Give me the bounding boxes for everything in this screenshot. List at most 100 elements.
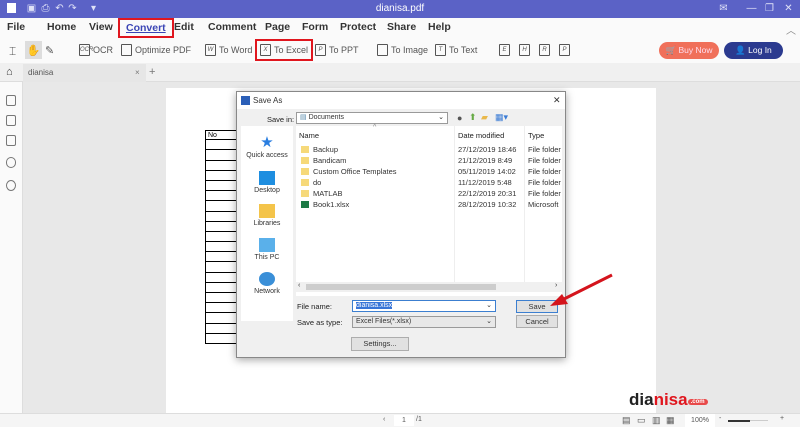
tab-dianisa[interactable]: dianisa ×	[23, 64, 146, 82]
to-html-button[interactable]: H	[519, 44, 530, 56]
place-network[interactable]: Network	[241, 272, 293, 295]
excel-file-icon	[301, 201, 309, 208]
single-page-view-icon[interactable]: ▤	[622, 415, 631, 426]
file-name-label: File name:	[297, 302, 333, 311]
collapse-ribbon-icon[interactable]: ︿	[786, 22, 796, 37]
save-in-dropdown[interactable]: ▤ Documents ⌄	[296, 112, 448, 124]
dialog-close-button[interactable]: ✕	[553, 95, 561, 106]
to-rtf-button[interactable]: R	[539, 44, 550, 56]
network-icon	[259, 272, 275, 286]
chevron-down-icon: ⌄	[438, 114, 444, 121]
horizontal-scrollbar[interactable]: ‹ ›	[296, 282, 562, 292]
window-title: dianisa.pdf	[375, 3, 425, 14]
grid-view-icon[interactable]: ▦	[666, 415, 675, 426]
folder-icon	[301, 179, 309, 186]
file-row[interactable]: Backup 27/12/2019 18:46 File folder	[296, 144, 562, 155]
file-date: 27/12/2019 18:46	[458, 145, 517, 154]
page-number-input[interactable]: 1	[394, 415, 414, 426]
edit-tool-icon[interactable]: ✎	[45, 44, 54, 57]
up-folder-icon[interactable]: ⬆	[469, 112, 477, 123]
place-quick-access[interactable]: ★ Quick access	[241, 135, 293, 159]
file-row[interactable]: do 11/12/2019 5:48 File folder	[296, 177, 562, 188]
new-folder-icon[interactable]: ▰	[481, 112, 488, 123]
menu-protect[interactable]: Protect	[340, 21, 376, 33]
home-icon[interactable]: ⌂	[6, 66, 13, 78]
to-excel-button[interactable]: X To Excel	[255, 39, 314, 61]
maximize-button[interactable]: ❐	[764, 3, 775, 14]
scrollbar-thumb[interactable]	[306, 284, 496, 290]
ocr-button[interactable]: OCR OCR	[79, 44, 113, 56]
cancel-button[interactable]: Cancel	[516, 315, 558, 328]
to-pdfa-button[interactable]: P	[559, 44, 570, 56]
attachment-icon[interactable]	[6, 157, 16, 168]
menu-convert[interactable]: Convert	[118, 18, 174, 38]
prev-page-icon[interactable]: ‹	[383, 416, 385, 423]
file-date: 05/11/2019 14:02	[458, 167, 516, 176]
menu-edit[interactable]: Edit	[174, 21, 194, 33]
column-name[interactable]: Name	[299, 131, 319, 140]
menu-comment[interactable]: Comment	[208, 21, 256, 33]
menu-view[interactable]: View	[89, 21, 113, 33]
menu-file[interactable]: File	[7, 21, 25, 33]
thumbnails-icon[interactable]	[6, 95, 16, 106]
close-tab-icon[interactable]: ×	[135, 68, 140, 77]
to-epub-button[interactable]: E	[499, 44, 510, 56]
file-name-input[interactable]: dianisa.xlsx ⌄	[352, 300, 496, 312]
chevron-down-icon: ⌄	[486, 318, 492, 325]
menu-help[interactable]: Help	[428, 21, 451, 33]
annotation-arrow	[550, 273, 613, 306]
optimize-pdf-button[interactable]: Optimize PDF	[121, 44, 191, 56]
column-date-modified[interactable]: Date modified	[458, 131, 504, 140]
zoom-out-button[interactable]: -	[719, 415, 721, 422]
scroll-left-icon[interactable]: ‹	[298, 282, 300, 289]
place-desktop[interactable]: Desktop	[241, 171, 293, 194]
file-row[interactable]: Book1.xlsx 28/12/2019 10:32 Microsoft	[296, 199, 562, 210]
log-in-button[interactable]: 👤 Log In	[724, 42, 783, 59]
settings-button[interactable]: Settings...	[351, 337, 409, 351]
menu-bar: File Home View Convert Edit Comment Page…	[0, 18, 800, 38]
bookmark-icon[interactable]	[6, 115, 16, 126]
file-list: ^ Name Date modified Type Backup 27/12/20…	[296, 124, 562, 296]
image-icon	[377, 44, 388, 56]
menu-home[interactable]: Home	[47, 21, 76, 33]
view-menu-icon[interactable]: ▦▾	[495, 112, 508, 123]
file-row[interactable]: MATLAB 22/12/2019 20:31 File folder	[296, 188, 562, 199]
dialog-title: Save As	[253, 96, 283, 105]
buy-now-button[interactable]: 🛒 Buy Now	[659, 42, 719, 59]
search-icon[interactable]	[6, 180, 16, 191]
file-row[interactable]: Bandicam 21/12/2019 8:49 File folder	[296, 155, 562, 166]
menu-page[interactable]: Page	[265, 21, 290, 33]
excel-icon: X	[260, 44, 271, 56]
zoom-slider[interactable]	[728, 420, 768, 422]
to-image-button[interactable]: To Image	[377, 44, 428, 56]
zoom-in-button[interactable]: +	[780, 415, 784, 422]
save-as-type-dropdown[interactable]: Excel Files(*.xlsx) ⌄	[352, 316, 496, 328]
menu-share[interactable]: Share	[387, 21, 416, 33]
new-tab-icon[interactable]: +	[149, 66, 155, 78]
place-libraries[interactable]: Libraries	[241, 204, 293, 227]
column-type[interactable]: Type	[528, 131, 544, 140]
folder-icon	[301, 190, 309, 197]
save-as-type-label: Save as type:	[297, 318, 343, 327]
two-page-view-icon[interactable]: ▥	[652, 415, 661, 426]
file-type: File folder	[528, 189, 561, 198]
continuous-view-icon[interactable]: ▭	[637, 415, 646, 426]
documents-icon: ▤	[300, 114, 309, 121]
places-bar: ★ Quick access Desktop Libraries This PC …	[241, 126, 293, 321]
mail-icon[interactable]: ✉	[718, 3, 729, 14]
desktop-icon	[259, 171, 275, 185]
hand-tool-icon[interactable]: ✋	[25, 41, 42, 59]
zoom-level[interactable]: 100%	[685, 414, 715, 427]
menu-form[interactable]: Form	[302, 21, 328, 33]
back-icon[interactable]: ●	[457, 113, 462, 123]
file-name: Custom Office Templates	[313, 167, 397, 176]
close-button[interactable]: ✕	[783, 3, 794, 14]
file-row[interactable]: Custom Office Templates 05/11/2019 14:02 F…	[296, 166, 562, 177]
select-tool-icon[interactable]: ⌶	[9, 44, 16, 59]
to-word-button[interactable]: W To Word	[205, 44, 252, 56]
minimize-button[interactable]: —	[746, 3, 757, 14]
comment-icon[interactable]	[6, 135, 16, 146]
to-ppt-button[interactable]: P To PPT	[315, 44, 359, 56]
place-this-pc[interactable]: This PC	[241, 238, 293, 261]
to-text-button[interactable]: T To Text	[435, 44, 477, 56]
